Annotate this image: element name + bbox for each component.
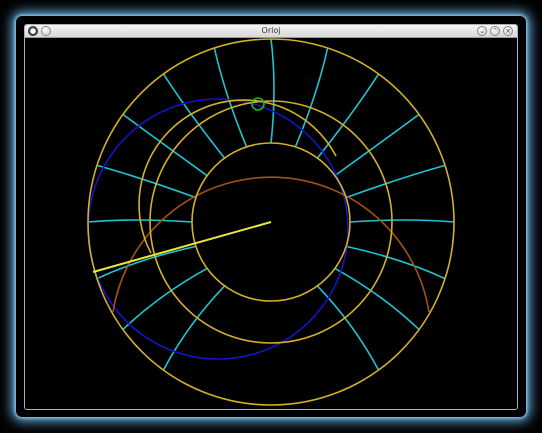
canvas-background: [25, 38, 517, 409]
window-title: Orloj: [261, 26, 281, 35]
maximize-icon[interactable]: ⌃: [490, 26, 500, 36]
close-icon[interactable]: ×: [503, 26, 513, 36]
minimize-icon[interactable]: ⌄: [477, 26, 487, 36]
astrolabe-canvas: [25, 38, 517, 409]
app-window: ● Orloj ⌄ ⌃ ×: [24, 24, 518, 410]
title-bar[interactable]: ● Orloj ⌄ ⌃ ×: [25, 25, 517, 38]
